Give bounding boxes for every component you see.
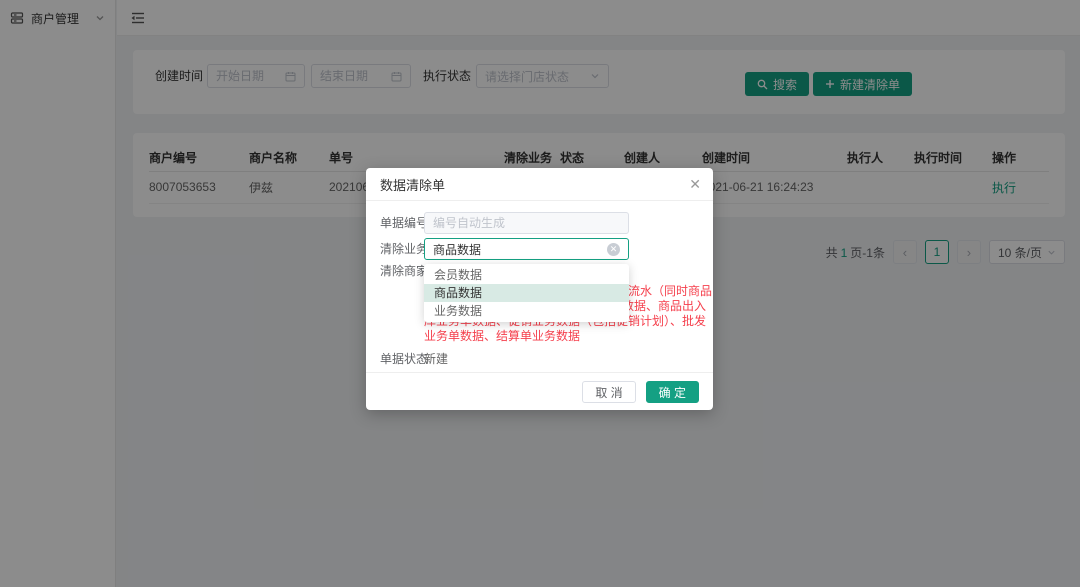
cancel-button[interactable]: 取 消 (582, 381, 635, 403)
clear-merchant-label: 清除商家 (380, 260, 428, 282)
clear-circle-icon[interactable]: ✕ (607, 243, 620, 256)
order-status-label: 单据状态 (380, 348, 428, 370)
clear-business-input[interactable]: ✕ (424, 238, 629, 260)
order-status-value: 新建 (424, 348, 448, 370)
modal-header: 数据清除单 ✕ (366, 168, 713, 201)
modal-footer: 取 消 确 定 (366, 372, 713, 403)
order-no-field (433, 216, 620, 230)
clear-business-dropdown: 会员数据 商品数据 业务数据 (424, 264, 629, 322)
close-icon[interactable]: ✕ (689, 176, 701, 192)
modal-title: 数据清除单 (380, 175, 445, 194)
confirm-button[interactable]: 确 定 (646, 381, 699, 403)
order-no-input (424, 212, 629, 234)
page: 商户管理 创建时间 执行状态 请选择门店状态 (0, 0, 1080, 587)
clear-business-label: 清除业务 (380, 238, 428, 260)
data-clear-modal: 数据清除单 ✕ 单据编号 清除业务 ✕ 清除商家 清除商品资料数据、库存数据、出… (366, 168, 713, 410)
dropdown-option-business-data[interactable]: 业务数据 (424, 302, 629, 320)
dropdown-option-goods-data[interactable]: 商品数据 (424, 284, 629, 302)
dropdown-option-member-data[interactable]: 会员数据 (424, 266, 629, 284)
order-no-label: 单据编号 (380, 212, 428, 234)
clear-business-field[interactable] (433, 242, 607, 256)
